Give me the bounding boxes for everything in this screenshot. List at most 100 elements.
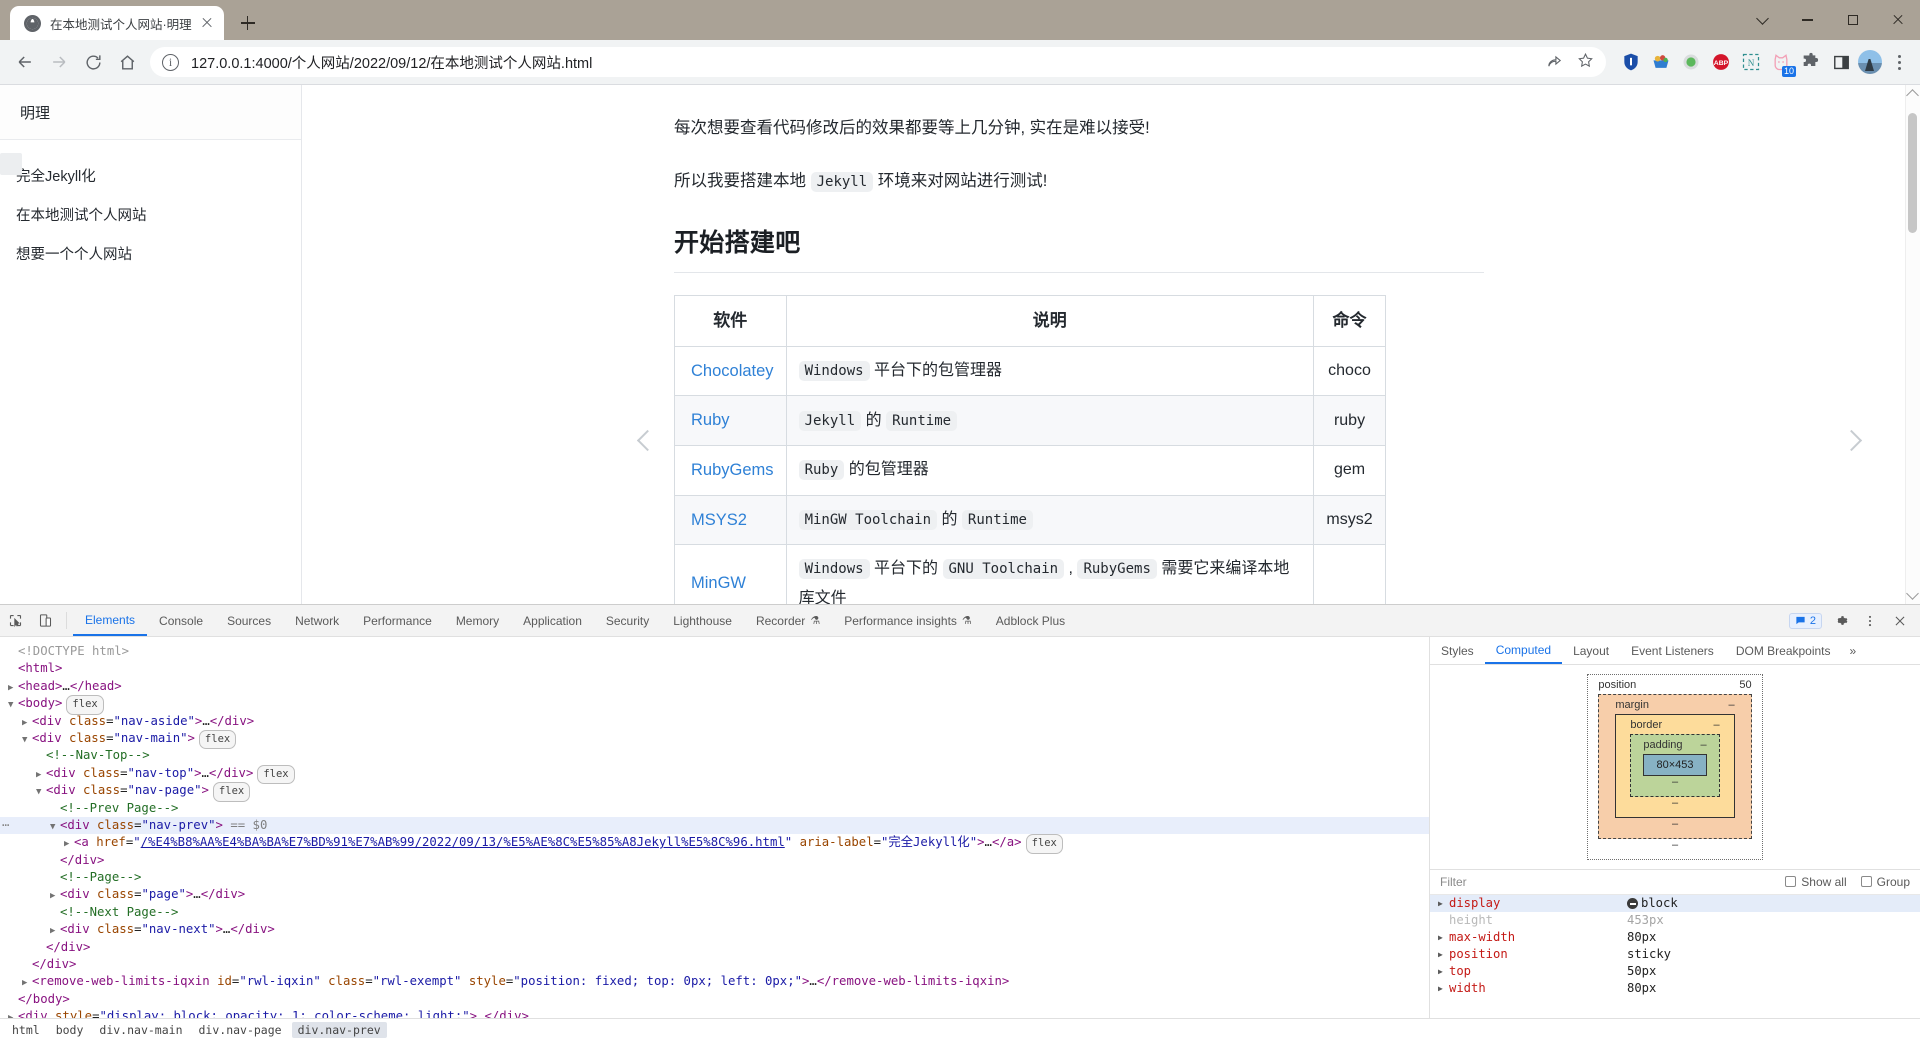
dom-tree-pane[interactable]: <!DOCTYPE html><html><head>…</head><body… [0,637,1430,1018]
computed-property-row[interactable]: height 453px [1430,912,1920,929]
chevron-left-icon[interactable] [632,425,662,455]
scroll-down-icon[interactable] [1906,587,1919,600]
expand-triangle-icon[interactable] [8,1010,18,1018]
breadcrumb-item-nav-main[interactable]: div.nav-main [93,1022,188,1038]
close-icon[interactable] [1875,0,1920,40]
close-icon[interactable] [1888,609,1912,633]
tab-console[interactable]: Console [147,605,215,636]
dom-node-line[interactable]: </div> [0,939,1429,956]
share-icon[interactable] [1546,52,1563,73]
home-icon[interactable] [110,45,144,79]
computed-property-row[interactable]: ▶ width 80px [1430,980,1920,997]
star-icon[interactable] [1577,52,1594,73]
dom-node-line[interactable]: </body> [0,991,1429,1008]
address-bar[interactable]: i 127.0.0.1:4000/个人网站/2022/09/12/在本地测试个人… [150,47,1606,77]
puzzle-extensions-icon[interactable] [1798,49,1824,75]
dom-node-line[interactable]: <!--Nav-Top--> [0,747,1429,764]
software-link-chocolatey[interactable]: Chocolatey [691,362,774,380]
chevron-down-icon[interactable] [1740,0,1785,40]
reload-icon[interactable] [76,45,110,79]
green-circle-extension-icon[interactable] [1678,49,1704,75]
dom-node-line[interactable]: </div> [0,956,1429,973]
sidebar-item-0[interactable]: 完全Jekyll化 [0,156,301,195]
dom-node-line[interactable]: <!--Prev Page--> [0,800,1429,817]
kebab-menu-icon[interactable] [1858,609,1882,633]
software-link-msys2[interactable]: MSYS2 [691,511,747,529]
show-all-checkbox[interactable]: Show all [1785,875,1847,889]
forward-arrow-icon[interactable] [42,45,76,79]
expand-triangle-icon[interactable]: ▶ [1438,963,1449,980]
goto-source-icon[interactable] [1627,898,1638,909]
checkbox-icon[interactable] [1785,876,1797,887]
inspect-element-icon[interactable] [0,605,30,636]
dom-node-line[interactable]: <head>…</head> [0,678,1429,695]
tab-sources[interactable]: Sources [215,605,283,636]
group-checkbox[interactable]: Group [1860,875,1910,889]
profile-avatar[interactable] [1858,50,1882,74]
close-icon[interactable] [198,14,216,32]
filter-input[interactable]: Filter [1440,875,1467,889]
adblock-plus-icon[interactable]: ABP [1708,49,1734,75]
dom-node-line[interactable]: <div class="nav-aside">…</div> [0,713,1429,730]
scroll-up-icon[interactable] [1906,89,1919,102]
software-link-rubygems[interactable]: RubyGems [691,461,774,479]
tab-dom-breakpoints[interactable]: DOM Breakpoints [1725,637,1842,664]
computed-property-row[interactable]: ▶ position sticky [1430,946,1920,963]
dom-node-line[interactable]: <a href = "/%E4%B8%AA%E4%BA%BA%E7%BD%91%E7… [0,834,1429,854]
software-link-mingw[interactable]: MinGW [691,574,746,592]
more-tabs-icon[interactable]: » [1842,637,1865,664]
tab-elements[interactable]: Elements [73,605,148,636]
breadcrumb-item-nav-prev[interactable]: div.nav-prev [291,1021,387,1038]
tab-adblock-plus[interactable]: Adblock Plus [984,605,1077,636]
tab-performance[interactable]: Performance [351,605,444,636]
breadcrumb-item-body[interactable]: body [50,1022,90,1038]
software-link-ruby[interactable]: Ruby [691,411,730,429]
tab-application[interactable]: Application [511,605,594,636]
dom-node-line[interactable]: <div class="nav-top">…</div>flex [0,764,1429,785]
tab-memory[interactable]: Memory [444,605,511,636]
sidepanel-icon[interactable] [1828,49,1854,75]
breadcrumb-item-html[interactable]: html [6,1022,46,1038]
kebab-menu-icon[interactable] [1886,49,1912,75]
tab-lighthouse[interactable]: Lighthouse [661,605,744,636]
computed-properties-list[interactable]: ▶ display block height 453px ▶ max-width 80px ▶ p… [1430,895,1920,1018]
page-scrollbar[interactable] [1905,85,1920,604]
tab-performance-insights[interactable]: Performance insights ⚗ [832,605,984,636]
dom-node-line[interactable]: ⋯<div class="nav-prev"> == $0 [0,816,1429,835]
minimize-icon[interactable] [1785,0,1830,40]
tab-security[interactable]: Security [594,605,661,636]
sidebar-item-1[interactable]: 在本地测试个人网站 [0,195,301,234]
dom-node-line[interactable]: <remove-web-limits-iqxin id="rwl-iqxin" … [0,973,1429,990]
breadcrumb-item-nav-page[interactable]: div.nav-page [193,1022,288,1038]
tab-recorder[interactable]: Recorder ⚗ [744,605,832,636]
gear-icon[interactable] [1828,609,1852,633]
new-tab-button[interactable] [234,9,262,37]
device-toolbar-icon[interactable] [30,605,60,636]
node-menu-icon[interactable]: ⋯ [2,817,9,834]
info-circle-icon[interactable]: i [162,53,179,71]
computed-property-row[interactable]: ▶ top 50px [1430,963,1920,980]
dom-node-line[interactable]: </div> [0,852,1429,869]
computed-property-row[interactable]: ▶ max-width 80px [1430,929,1920,946]
sidebar-item-2[interactable]: 想要一个个人网站 [0,234,301,273]
dom-node-line[interactable]: <body>flex [0,695,1429,715]
tab-event-listeners[interactable]: Event Listeners [1620,637,1725,664]
back-arrow-icon[interactable] [8,45,42,79]
cat-extension-icon[interactable]: 10 [1768,49,1796,77]
shield-extension-icon[interactable] [1618,49,1644,75]
expand-triangle-icon[interactable]: ▶ [1438,980,1449,997]
expand-triangle-icon[interactable]: ▶ [1438,895,1449,912]
attribute-link[interactable]: /%E4%B8%AA%E4%BA%BA%E7%BD%91%E7%AB%99/20… [141,835,785,849]
tab-layout[interactable]: Layout [1562,637,1620,664]
dom-node-line[interactable]: <!--Page--> [0,869,1429,886]
chevron-right-icon[interactable] [1840,425,1870,455]
dom-node-line[interactable]: <!--Next Page--> [0,904,1429,921]
expand-triangle-icon[interactable]: ▶ [1438,946,1449,963]
dom-node-line[interactable]: <div class="nav-main">flex [0,729,1429,750]
dom-node-line[interactable]: <html> [0,660,1429,677]
browser-tab[interactable]: 在本地测试个人网站·明理 [10,6,224,40]
dom-node-line[interactable]: <div class="nav-page">flex [0,782,1429,802]
dom-node-line[interactable]: <!DOCTYPE html> [0,643,1429,660]
basket-extension-icon[interactable] [1648,49,1674,75]
dom-node-line[interactable]: <div class="page">…</div> [0,886,1429,903]
